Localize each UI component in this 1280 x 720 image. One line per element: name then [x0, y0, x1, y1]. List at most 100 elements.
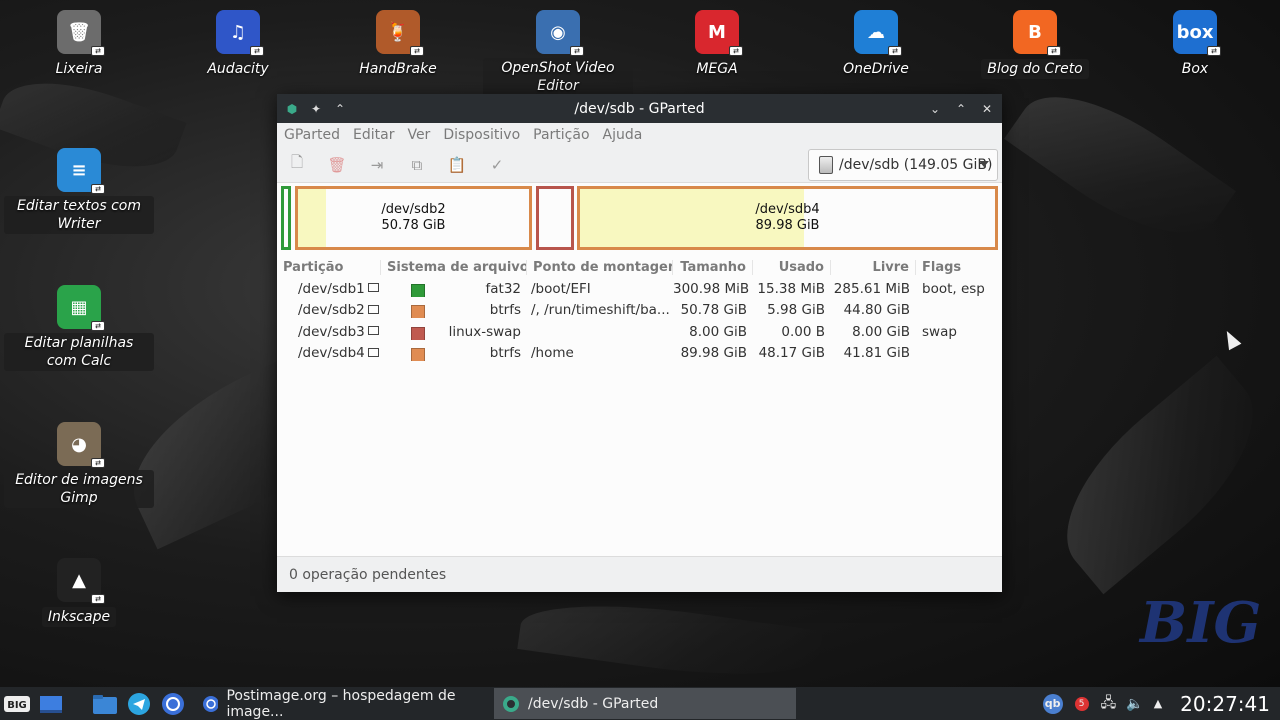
desktop-icon-editar-textos-com-writer[interactable]: ≡ ⇄ Editar textos com Writer — [4, 148, 154, 234]
row-used: 15.38 MiB — [753, 281, 831, 297]
editar-planilhas-com-calc-icon: ▦ ⇄ — [57, 285, 105, 331]
mounted-key-icon — [367, 304, 379, 314]
task-browser[interactable]: Postimage.org – hospedagem de image... — [194, 688, 492, 720]
desktop-icon-onedrive[interactable]: ☁ ⇄ OneDrive — [801, 10, 951, 79]
row-filesystem: fat32 — [381, 281, 527, 297]
menu-particao[interactable]: Partição — [533, 127, 589, 143]
col-sistema-arquivos[interactable]: Sistema de arquivos — [381, 259, 527, 275]
copy-icon[interactable]: ⧉ — [407, 155, 427, 175]
keep-above-icon[interactable]: ⌃ — [333, 102, 347, 116]
row-filesystem-text: fat32 — [485, 280, 522, 297]
col-livre[interactable]: Livre — [831, 259, 916, 275]
shortcut-link-icon: ⇄ — [1207, 46, 1221, 56]
menu-editar[interactable]: Editar — [353, 127, 394, 143]
desktop-icon-lixeira[interactable]: 🗑 ⇄ Lixeira — [4, 10, 154, 79]
editar-textos-com-writer-icon: ≡ ⇄ — [57, 148, 105, 194]
menu-ver[interactable]: Ver — [407, 127, 430, 143]
notifications-icon[interactable]: 5 — [1073, 695, 1091, 713]
menu-dispositivo[interactable]: Dispositivo — [443, 127, 520, 143]
table-row[interactable]: /dev/sdb2 btrfs /, /run/timeshift/ba... 50.… — [277, 300, 1002, 322]
table-row[interactable]: /dev/sdb4 btrfs/home 89.98 GiB 48.17 GiB 41.… — [277, 343, 1002, 365]
col-usado[interactable]: Usado — [753, 259, 831, 275]
delete-partition-icon[interactable]: 🗑 — [327, 155, 347, 175]
browser-icon[interactable] — [158, 689, 188, 719]
map-sdb4[interactable]: /dev/sdb4 89.98 GiB — [577, 186, 998, 250]
menu-ajuda[interactable]: Ajuda — [603, 127, 643, 143]
desktop-icon-openshot-video-editor[interactable]: ◉ ⇄ OpenShot Video Editor — [483, 10, 633, 96]
close-button[interactable]: ✕ — [980, 102, 994, 116]
col-tamanho[interactable]: Tamanho — [673, 259, 753, 275]
map-sdb1[interactable] — [281, 186, 291, 250]
app-icon[interactable]: ⬢ — [285, 102, 299, 116]
window-title: /dev/sdb - GParted — [574, 100, 705, 117]
show-desktop-icon[interactable] — [36, 689, 66, 719]
paste-icon[interactable]: 📋 — [447, 155, 467, 175]
row-free: 285.61 MiB — [831, 281, 916, 297]
window-titlebar[interactable]: ⬢ ✦ ⌃ /dev/sdb - GParted ⌄ ⌃ ✕ — [277, 94, 1002, 123]
chevron-down-icon — [979, 161, 989, 167]
col-ponto-montagem[interactable]: Ponto de montagem — [527, 259, 673, 275]
desktop-icon-inkscape[interactable]: ▲ ⇄ Inkscape — [4, 558, 154, 627]
map-sdb3[interactable] — [536, 186, 574, 250]
desktop-icon-editor-de-imagens-gimp[interactable]: ◕ ⇄ Editor de imagens Gimp — [4, 422, 154, 508]
notification-badge: 5 — [1074, 696, 1089, 711]
desktop-icon-label: Inkscape — [41, 607, 117, 627]
pin-icon[interactable]: ✦ — [309, 102, 323, 116]
minimize-button[interactable]: ⌄ — [928, 102, 942, 116]
desktop-icon-label: Box — [1181, 61, 1209, 77]
device-selector[interactable]: /dev/sdb (149.05 GiB) — [808, 149, 998, 181]
row-size-text: 300.98 MiB — [673, 280, 750, 297]
desktop-icon-mega[interactable]: M ⇄ MEGA — [642, 10, 792, 79]
desktop-icon-label: Editor de imagens Gimp — [4, 470, 154, 508]
qbittorrent-icon[interactable]: qb — [1042, 693, 1063, 714]
mouse-cursor — [1220, 327, 1242, 351]
row-size-text: 50.78 GiB — [680, 302, 747, 319]
table-row[interactable]: /dev/sdb1 fat32/boot/EFI 300.98 MiB 15.38 M… — [277, 278, 1002, 300]
network-icon[interactable]: 🖧 — [1101, 692, 1117, 716]
apply-check-icon[interactable]: ✓ — [487, 155, 507, 175]
toolbar: 🗋 🗑 ⇥ ⧉ 📋 ✓ /dev/sdb (149.05 GiB) — [277, 147, 1002, 183]
shortcut-link-icon: ⇄ — [91, 321, 105, 331]
row-used: 0.00 B — [753, 324, 831, 340]
maximize-button[interactable]: ⌃ — [954, 102, 968, 116]
row-partition: /dev/sdb1 — [283, 281, 381, 297]
map-sdb2-name: /dev/sdb2 — [381, 202, 446, 217]
col-flags[interactable]: Flags — [916, 260, 996, 275]
desktop-icon-label: Lixeira — [55, 61, 103, 77]
new-partition-icon[interactable]: 🗋 — [287, 153, 307, 175]
menu-gparted[interactable]: GParted — [284, 127, 340, 143]
desktop-icon-handbrake[interactable]: 🍹 ⇄ HandBrake — [323, 10, 473, 79]
table-row[interactable]: /dev/sdb3 linux-swap 8.00 GiB 0.00 B 8.00 Gi… — [277, 321, 1002, 343]
row-size-text: 89.98 GiB — [680, 345, 747, 362]
start-menu-icon[interactable]: BIG — [2, 689, 32, 719]
row-free: 8.00 GiB — [831, 324, 916, 340]
row-filesystem-text: btrfs — [489, 345, 521, 362]
file-manager-icon[interactable] — [90, 689, 120, 719]
desktop-icon-label: Blog do Creto — [981, 59, 1089, 79]
map-sdb2[interactable]: /dev/sdb2 50.78 GiB — [295, 186, 532, 250]
volume-icon[interactable]: 🔈 — [1126, 696, 1143, 712]
desktop-icon-editar-planilhas-com-calc[interactable]: ▦ ⇄ Editar planilhas com Calc — [4, 285, 154, 371]
row-mountpoint-text: /, /run/timeshift/ba... — [531, 302, 670, 319]
resize-move-icon[interactable]: ⇥ — [367, 155, 387, 175]
filesystem-color-swatch — [411, 283, 425, 297]
pending-operations: 0 operação pendentes — [289, 566, 447, 583]
openshot-video-editor-icon: ◉ ⇄ — [536, 10, 584, 56]
desktop-icon-blog-do-creto[interactable]: B ⇄ Blog do Creto — [960, 10, 1110, 79]
desktop-icon-label: Editar planilhas com Calc — [4, 333, 154, 371]
row-mountpoint: /, /run/timeshift/ba... — [527, 302, 673, 318]
desktop-icon-box[interactable]: box ⇄ Box — [1120, 10, 1270, 79]
desktop-icon-audacity[interactable]: ♫ ⇄ Audacity — [163, 10, 313, 79]
mounted-key-icon — [367, 326, 379, 336]
map-sdb2-size: 50.78 GiB — [381, 218, 446, 233]
telegram-icon[interactable] — [124, 689, 154, 719]
row-used-text: 5.98 GiB — [767, 302, 825, 319]
col-particao[interactable]: Partição — [283, 259, 381, 275]
clock[interactable]: 20:27:41 — [1180, 692, 1270, 716]
mega-icon: M ⇄ — [695, 10, 743, 56]
tray-expand-icon[interactable]: ▲ — [1154, 697, 1162, 710]
filesystem-color-swatch — [411, 305, 425, 319]
row-filesystem: btrfs — [381, 302, 527, 319]
row-mountpoint-text: /home — [531, 345, 574, 362]
task-gparted[interactable]: /dev/sdb - GParted — [494, 688, 796, 719]
